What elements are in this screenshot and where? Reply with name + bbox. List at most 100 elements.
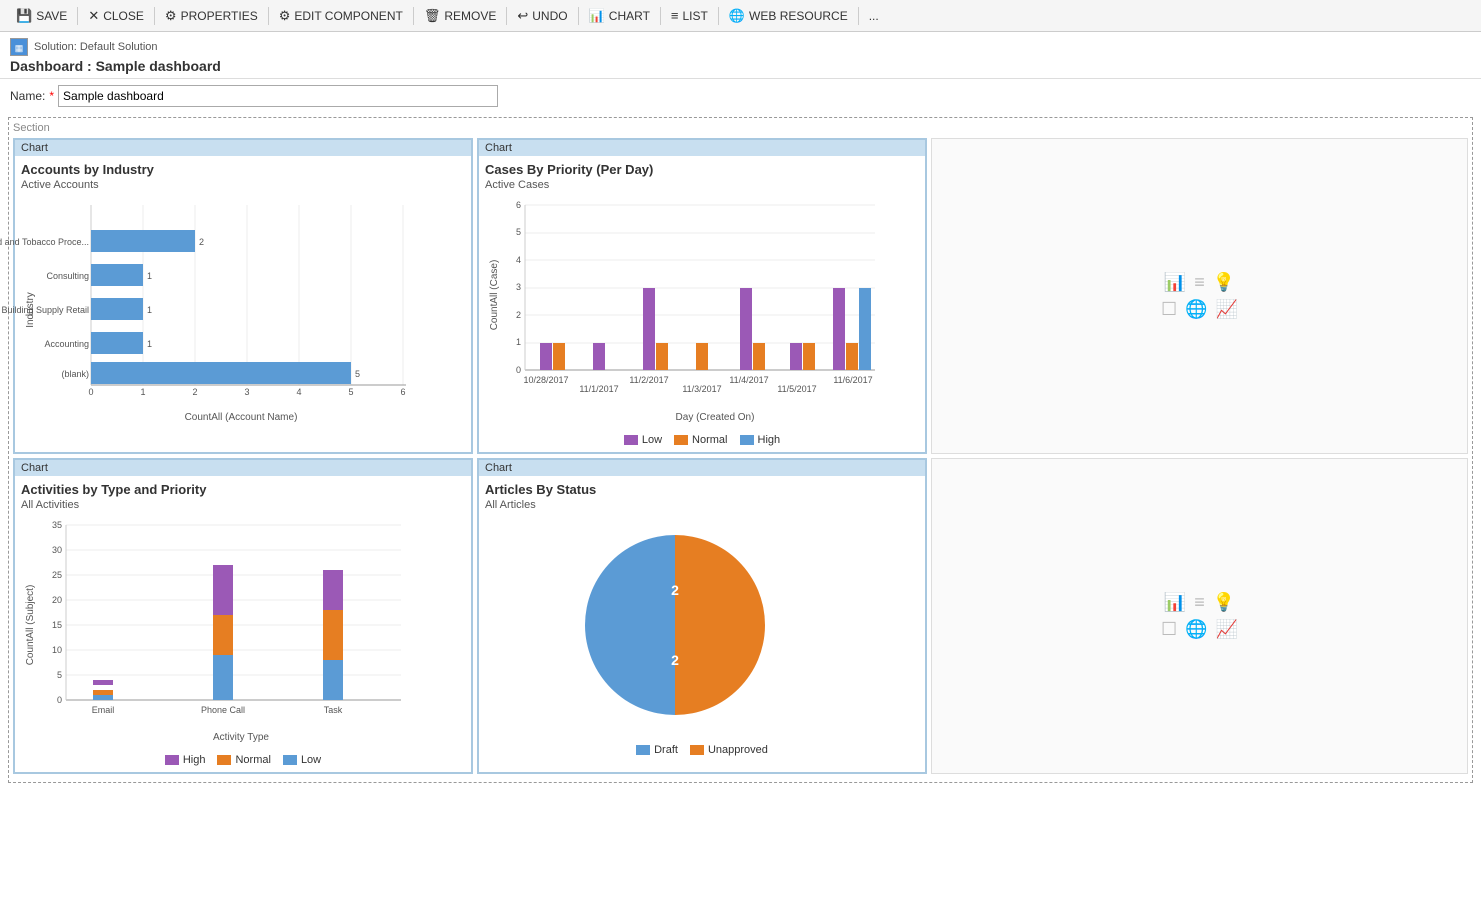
solution-label: Solution: Default Solution bbox=[34, 41, 158, 53]
separator bbox=[858, 7, 859, 25]
legend-draft: Draft bbox=[636, 744, 678, 756]
svg-text:3: 3 bbox=[516, 282, 521, 292]
svg-text:Email: Email bbox=[92, 705, 115, 715]
table-icon[interactable]: ☐ bbox=[1161, 299, 1177, 320]
undo-button[interactable]: ↩ UNDO bbox=[509, 5, 575, 27]
svg-text:CountAll (Subject): CountAll (Subject) bbox=[25, 585, 36, 666]
svg-text:25: 25 bbox=[52, 570, 62, 580]
svg-text:11/2/2017: 11/2/2017 bbox=[629, 375, 668, 385]
list-button[interactable]: ≡ LIST bbox=[663, 5, 716, 26]
bulb-icon-2[interactable]: 💡 bbox=[1213, 592, 1235, 613]
chart-subtitle-activities: All Activities bbox=[21, 499, 465, 511]
chart-subtitle-cases: Active Cases bbox=[485, 179, 919, 191]
svg-text:Food and Tobacco Proce...: Food and Tobacco Proce... bbox=[0, 237, 89, 247]
bulb-icon[interactable]: 💡 bbox=[1213, 272, 1235, 293]
list-icon[interactable]: ≡ bbox=[1194, 272, 1205, 293]
separator bbox=[578, 7, 579, 25]
svg-text:1: 1 bbox=[516, 337, 521, 347]
svg-text:Accounting: Accounting bbox=[44, 339, 89, 349]
chart-empty-top-right: 📊 ≡ 💡 ☐ 🌐 📈 bbox=[931, 138, 1468, 454]
svg-text:CountAll (Case): CountAll (Case) bbox=[489, 260, 500, 331]
chart-title-activities: Activities by Type and Priority bbox=[21, 482, 465, 497]
svg-text:(blank): (blank) bbox=[61, 369, 89, 379]
svg-text:11/3/2017: 11/3/2017 bbox=[682, 384, 721, 394]
legend-normal-act: Normal bbox=[217, 754, 270, 766]
svg-text:2: 2 bbox=[199, 237, 204, 247]
svg-text:35: 35 bbox=[52, 520, 62, 530]
chart-title-accounts: Accounts by Industry bbox=[21, 162, 465, 177]
empty-icon-row-1: 📊 ≡ 💡 bbox=[1164, 272, 1235, 293]
articles-legend: Draft Unapproved bbox=[485, 744, 919, 756]
globe-icon[interactable]: 🌐 bbox=[1185, 299, 1207, 320]
chart-cases-by-priority: Chart Cases By Priority (Per Day) Active… bbox=[477, 138, 927, 454]
cases-chart-svg: CountAll (Case) Day (Created On) 0 1 bbox=[485, 195, 895, 425]
activities-legend: High Normal Low bbox=[21, 754, 465, 766]
legend-color-low bbox=[624, 435, 638, 445]
chart-header-bottom-left: Chart bbox=[15, 460, 471, 476]
save-button[interactable]: 💾 SAVE bbox=[8, 5, 75, 27]
section-container: Section Chart Accounts by Industry Activ… bbox=[8, 117, 1473, 783]
legend-color-normal-act bbox=[217, 755, 231, 765]
remove-button[interactable]: 🗑 REMOVE bbox=[416, 5, 505, 27]
legend-color-normal bbox=[674, 435, 688, 445]
list-icon: ≡ bbox=[671, 8, 679, 23]
bottom-row: Chart Activities by Type and Priority Al… bbox=[13, 458, 1468, 774]
chart-empty-bottom-right: 📊 ≡ 💡 ☐ 🌐 📈 bbox=[931, 458, 1468, 774]
bar-chart-icon[interactable]: 📊 bbox=[1164, 272, 1186, 293]
line-chart-icon[interactable]: 📈 bbox=[1216, 299, 1238, 320]
svg-text:11/5/2017: 11/5/2017 bbox=[777, 384, 816, 394]
svg-text:6: 6 bbox=[400, 387, 405, 397]
svg-text:10/28/2017: 10/28/2017 bbox=[523, 375, 568, 385]
legend-color-high-act bbox=[165, 755, 179, 765]
table-icon-2[interactable]: ☐ bbox=[1161, 619, 1177, 640]
more-button[interactable]: ... bbox=[861, 6, 887, 26]
close-button[interactable]: ✕ CLOSE bbox=[80, 5, 152, 27]
cases-legend: Low Normal High bbox=[485, 434, 919, 446]
chart-activities: Chart Activities by Type and Priority Al… bbox=[13, 458, 473, 774]
svg-text:5: 5 bbox=[355, 369, 360, 379]
legend-color-low-act bbox=[283, 755, 297, 765]
svg-text:Phone Call: Phone Call bbox=[201, 705, 245, 715]
accounts-chart-svg: Industry CountAll (Account Name) bbox=[21, 195, 421, 425]
chart-button[interactable]: 📊 CHART bbox=[581, 5, 658, 27]
legend-low: Low bbox=[624, 434, 662, 446]
chart-icon: 📊 bbox=[589, 8, 605, 24]
svg-text:1: 1 bbox=[140, 387, 145, 397]
chart-body-bottom-middle: Articles By Status All Articles 2 2 bbox=[479, 476, 925, 762]
legend-color-draft bbox=[636, 745, 650, 755]
svg-text:2: 2 bbox=[671, 652, 679, 668]
chart-body-top-middle: Cases By Priority (Per Day) Active Cases… bbox=[479, 156, 925, 452]
svg-text:Activity Type: Activity Type bbox=[213, 732, 269, 743]
separator bbox=[268, 7, 269, 25]
line-chart-icon-2[interactable]: 📈 bbox=[1216, 619, 1238, 640]
separator bbox=[413, 7, 414, 25]
web-resource-button[interactable]: 🌐 WEB RESOURCE bbox=[721, 5, 856, 27]
svg-text:4: 4 bbox=[296, 387, 301, 397]
svg-text:Task: Task bbox=[324, 705, 343, 715]
legend-normal: Normal bbox=[674, 434, 727, 446]
edit-component-button[interactable]: ⚙ EDIT COMPONENT bbox=[271, 5, 411, 27]
toolbar: 💾 SAVE ✕ CLOSE ⚙ PROPERTIES ⚙ EDIT COMPO… bbox=[0, 0, 1481, 32]
empty-icon-row-4: ☐ 🌐 📈 bbox=[1161, 619, 1238, 640]
page-title: Dashboard : Sample dashboard bbox=[10, 58, 1471, 74]
name-input[interactable] bbox=[58, 85, 498, 107]
svg-text:11/4/2017: 11/4/2017 bbox=[729, 375, 768, 385]
svg-text:20: 20 bbox=[52, 595, 62, 605]
list-icon-2[interactable]: ≡ bbox=[1194, 592, 1205, 613]
legend-high-act: High bbox=[165, 754, 206, 766]
chart-body-bottom-left: Activities by Type and Priority All Acti… bbox=[15, 476, 471, 772]
top-row: Chart Accounts by Industry Active Accoun… bbox=[13, 138, 1468, 454]
empty-icons-top: 📊 ≡ 💡 ☐ 🌐 📈 bbox=[1161, 272, 1238, 320]
separator bbox=[506, 7, 507, 25]
undo-icon: ↩ bbox=[517, 8, 528, 24]
chart-title-articles: Articles By Status bbox=[485, 482, 919, 497]
svg-text:0: 0 bbox=[57, 695, 62, 705]
svg-text:11/6/2017: 11/6/2017 bbox=[833, 375, 872, 385]
properties-button[interactable]: ⚙ PROPERTIES bbox=[157, 5, 266, 27]
empty-icon-row-3: 📊 ≡ 💡 bbox=[1164, 592, 1235, 613]
bar-chart-icon-2[interactable]: 📊 bbox=[1164, 592, 1186, 613]
articles-chart-svg: 2 2 bbox=[485, 515, 865, 735]
legend-low-act: Low bbox=[283, 754, 321, 766]
separator bbox=[154, 7, 155, 25]
globe-icon-2[interactable]: 🌐 bbox=[1185, 619, 1207, 640]
